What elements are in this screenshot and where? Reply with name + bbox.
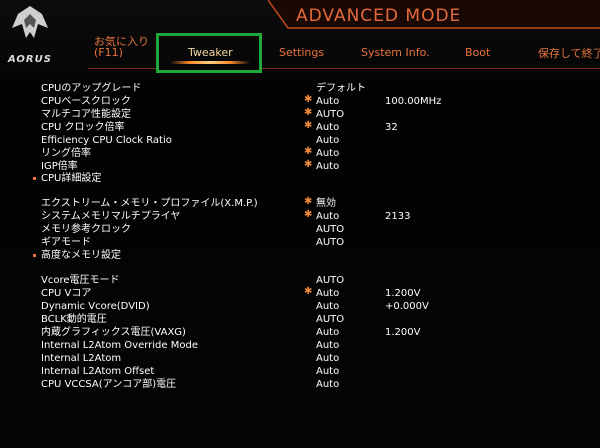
submenu-item[interactable]: CPU詳細設定 — [0, 172, 600, 185]
modified-star-icon: ✱ — [304, 159, 313, 170]
setting-label: Vcore電圧モード — [41, 275, 120, 286]
setting-value[interactable]: Auto — [316, 147, 339, 160]
setting-current-value: 1.200V — [385, 288, 421, 299]
setting-row[interactable]: 内蔵グラフィックス電圧(VAXG) Auto 1.200V — [0, 326, 600, 339]
tab-save-exit[interactable]: 保存して終了 — [538, 45, 600, 61]
setting-value[interactable]: Auto — [316, 365, 339, 378]
tab-system-info[interactable]: System Info. — [361, 46, 430, 59]
setting-row[interactable]: Dynamic Vcore(DVID) Auto +0.000V — [0, 300, 600, 313]
top-bar: AORUS ADVANCED MODE お気に入り (F11) Tweaker … — [0, 0, 600, 80]
tab-divider — [88, 68, 156, 69]
submenu-bullet-icon — [33, 254, 36, 257]
setting-row[interactable]: CPUベースクロック ✱ Auto 100.00MHz — [0, 94, 600, 108]
setting-label: CPU Vコア — [41, 288, 92, 299]
setting-label: 高度なメモリ設定 — [41, 250, 121, 261]
setting-value[interactable]: AUTO — [316, 223, 344, 236]
modified-star-icon: ✱ — [304, 146, 313, 157]
setting-row[interactable]: Internal L2Atom Auto — [0, 352, 600, 365]
setting-label: CPUのアップグレード — [41, 83, 142, 94]
setting-value[interactable]: 無効 — [316, 197, 336, 210]
setting-label: Internal L2Atom — [41, 353, 122, 364]
setting-row[interactable]: システムメモリマルチプライヤ ✱ Auto 2133 — [0, 209, 600, 223]
tab-boot[interactable]: Boot — [465, 46, 490, 59]
setting-current-value: 32 — [385, 122, 398, 133]
modified-star-icon: ✱ — [304, 94, 313, 105]
setting-value[interactable]: Auto — [316, 339, 339, 352]
setting-value[interactable]: AUTO — [316, 313, 344, 326]
setting-label: メモリ参考クロック — [41, 224, 131, 235]
setting-label: CPU クロック倍率 — [41, 122, 125, 133]
setting-value[interactable]: Auto — [316, 378, 339, 391]
setting-row[interactable]: Internal L2Atom Offset Auto — [0, 365, 600, 378]
modified-star-icon: ✱ — [304, 209, 313, 220]
tab-settings[interactable]: Settings — [279, 46, 324, 59]
setting-row[interactable]: リング倍率 ✱ Auto — [0, 146, 600, 160]
setting-row[interactable]: CPU VCCSA(アンコア部)電圧 Auto — [0, 378, 600, 391]
setting-current-value: 100.00MHz — [385, 96, 442, 107]
setting-row[interactable]: CPU Vコア ✱ Auto 1.200V — [0, 286, 600, 300]
setting-value[interactable]: Auto — [316, 300, 339, 313]
setting-value[interactable]: Auto — [316, 326, 339, 339]
setting-label: 内蔵グラフィックス電圧(VAXG) — [41, 327, 186, 338]
setting-label: ギアモード — [41, 237, 91, 248]
setting-label: Internal L2Atom Offset — [41, 366, 155, 377]
setting-row[interactable]: Internal L2Atom Override Mode Auto — [0, 339, 600, 352]
setting-label: Internal L2Atom Override Mode — [41, 340, 198, 351]
setting-row[interactable]: メモリ参考クロック AUTO — [0, 223, 600, 236]
mode-title: ADVANCED MODE — [296, 6, 462, 26]
setting-row[interactable]: CPUのアップグレード デフォルト — [0, 82, 600, 95]
setting-row[interactable]: ギアモード AUTO — [0, 236, 600, 249]
setting-value[interactable]: Auto — [316, 210, 339, 223]
setting-current-value: 2133 — [385, 211, 411, 222]
modified-star-icon: ✱ — [304, 107, 313, 118]
setting-label: Dynamic Vcore(DVID) — [41, 301, 150, 312]
brand-name: AORUS — [8, 54, 52, 65]
setting-row[interactable]: エクストリーム・メモリ・プロファイル(X.M.P.) ✱ 無効 — [0, 196, 600, 210]
setting-value[interactable]: Auto — [316, 287, 339, 300]
tab-divider — [262, 68, 600, 69]
setting-value[interactable]: Auto — [316, 121, 339, 134]
setting-label: CPUベースクロック — [41, 96, 131, 107]
setting-label: CPU詳細設定 — [41, 173, 102, 184]
setting-row[interactable]: BCLK動的電圧 AUTO — [0, 313, 600, 326]
setting-label: Efficiency CPU Clock Ratio — [41, 135, 172, 146]
submenu-bullet-icon — [33, 177, 36, 180]
setting-label: システムメモリマルチプライヤ — [41, 211, 181, 222]
setting-value[interactable]: Auto — [316, 95, 339, 108]
setting-current-value: 1.200V — [385, 327, 421, 338]
setting-row[interactable]: Efficiency CPU Clock Ratio Auto — [0, 134, 600, 147]
setting-label: リング倍率 — [41, 148, 91, 159]
tab-favorites-hotkey[interactable]: (F11) — [94, 46, 123, 59]
setting-value[interactable]: Auto — [316, 352, 339, 365]
setting-value[interactable]: AUTO — [316, 274, 344, 287]
setting-row[interactable]: CPU クロック倍率 ✱ Auto 32 — [0, 120, 600, 134]
modified-star-icon: ✱ — [304, 120, 313, 131]
setting-row[interactable]: Vcore電圧モード AUTO — [0, 274, 600, 287]
setting-value[interactable]: AUTO — [316, 108, 344, 121]
modified-star-icon: ✱ — [304, 196, 313, 207]
setting-value[interactable]: AUTO — [316, 236, 344, 249]
setting-row[interactable]: マルチコア性能設定 ✱ AUTO — [0, 107, 600, 121]
setting-label: マルチコア性能設定 — [41, 109, 131, 120]
setting-value[interactable]: デフォルト — [316, 82, 366, 95]
setting-current-value: +0.000V — [385, 301, 429, 312]
submenu-item[interactable]: 高度なメモリ設定 — [0, 249, 600, 262]
setting-label: CPU VCCSA(アンコア部)電圧 — [41, 379, 177, 390]
setting-value[interactable]: Auto — [316, 134, 339, 147]
aorus-eagle-logo — [12, 6, 48, 38]
setting-label: エクストリーム・メモリ・プロファイル(X.M.P.) — [41, 198, 258, 209]
setting-label: BCLK動的電圧 — [41, 314, 107, 325]
modified-star-icon: ✱ — [304, 286, 313, 297]
tweaker-tab-highlight-box — [156, 33, 262, 73]
